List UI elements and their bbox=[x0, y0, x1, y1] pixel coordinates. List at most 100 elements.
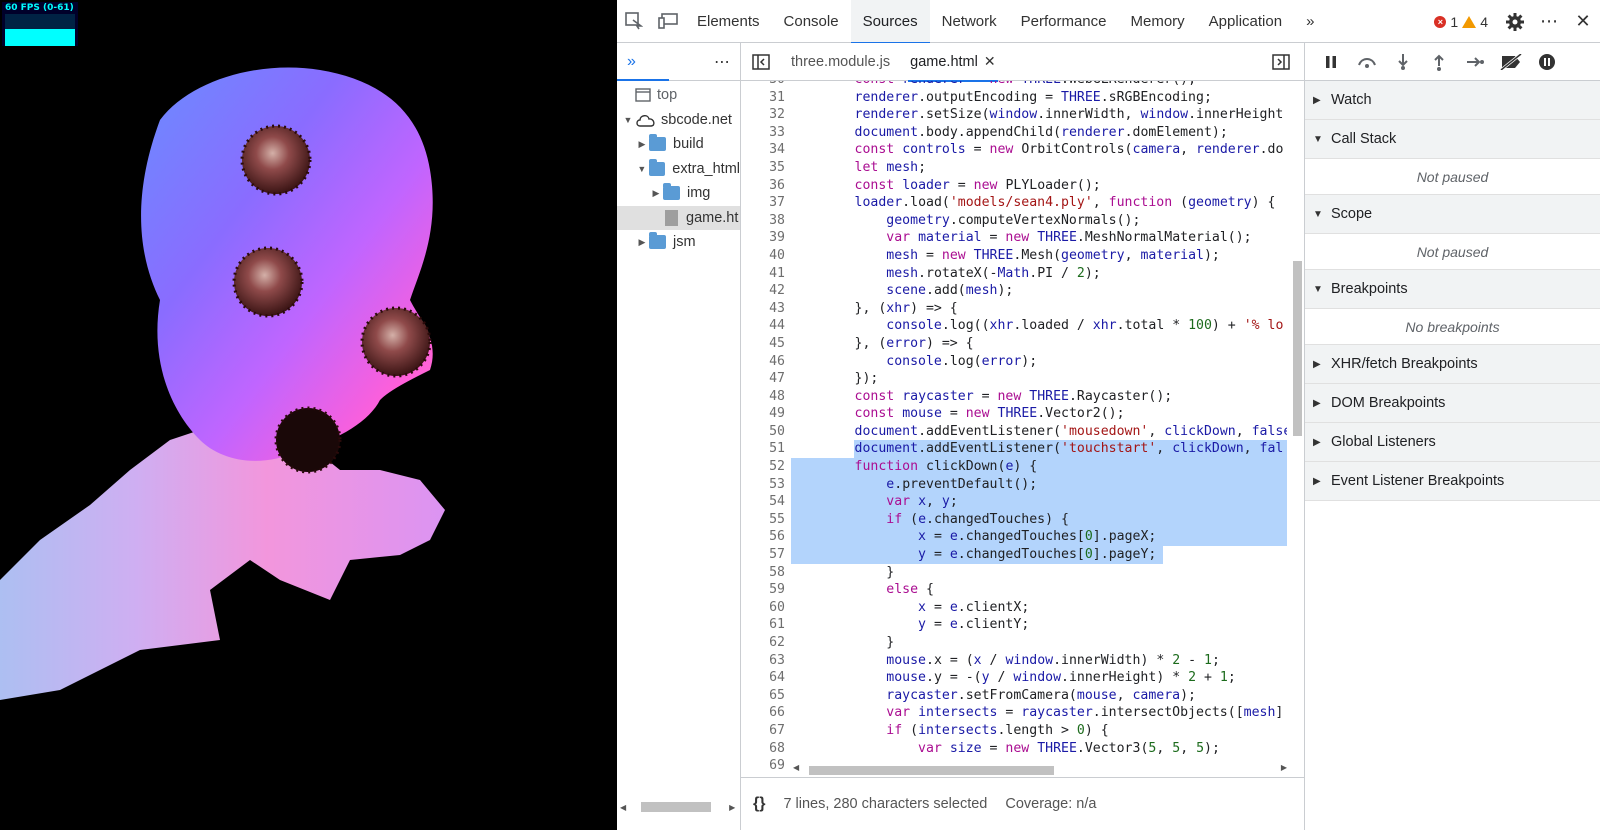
line-number[interactable]: 49 bbox=[741, 405, 789, 423]
pane-header-watch[interactable]: ▶ Watch bbox=[1305, 81, 1600, 120]
tree-item[interactable]: ▶ build bbox=[617, 132, 740, 157]
tree-item[interactable]: ▶ img bbox=[617, 181, 740, 206]
device-toolbar-icon[interactable] bbox=[651, 0, 685, 43]
pane-header-scope[interactable]: ▼ Scope bbox=[1305, 195, 1600, 234]
collapsed-arrow-icon[interactable]: ▶ bbox=[635, 237, 649, 248]
tree-item[interactable]: ▼ sbcode.net bbox=[617, 108, 740, 133]
scroll-thumb[interactable] bbox=[641, 802, 712, 812]
line-number[interactable]: 65 bbox=[741, 687, 789, 705]
pretty-print-button[interactable]: {} bbox=[753, 795, 765, 813]
line-number[interactable]: 42 bbox=[741, 282, 789, 300]
code-line[interactable]: mesh = new THREE.Mesh(geometry, material… bbox=[791, 247, 1287, 265]
code-line[interactable]: loader.load('models/sean4.ply', function… bbox=[791, 194, 1287, 212]
code-line[interactable]: const loader = new PLYLoader(); bbox=[791, 177, 1287, 195]
pause-on-exceptions-icon[interactable] bbox=[1529, 43, 1565, 81]
line-number[interactable]: 56 bbox=[741, 528, 789, 546]
code-line[interactable]: x = e.changedTouches[0].pageX; bbox=[791, 528, 1287, 547]
line-number[interactable]: 30 bbox=[741, 81, 789, 89]
code-line[interactable]: const renderer = new THREE.WebGLRenderer… bbox=[791, 81, 1287, 89]
collapsed-arrow-icon[interactable]: ▶ bbox=[635, 139, 649, 150]
tab-elements[interactable]: Elements bbox=[685, 0, 772, 43]
line-number[interactable]: 69 bbox=[741, 757, 789, 775]
tab-sources[interactable]: Sources bbox=[850, 0, 930, 44]
head-mesh-render[interactable] bbox=[0, 0, 617, 830]
pane-header-dom-breakpoints[interactable]: ▶ DOM Breakpoints bbox=[1305, 384, 1600, 423]
pane-header-breakpoints[interactable]: ▼ Breakpoints bbox=[1305, 270, 1600, 309]
inspect-element-icon[interactable] bbox=[617, 0, 651, 43]
close-devtools-icon[interactable]: ✕ bbox=[1566, 0, 1600, 43]
scroll-thumb[interactable] bbox=[809, 766, 1054, 775]
editor-tab-game-html[interactable]: game.html ✕ bbox=[900, 43, 1005, 82]
scroll-right-icon[interactable]: ▶ bbox=[1281, 763, 1287, 772]
line-number[interactable]: 59 bbox=[741, 581, 789, 599]
code-line[interactable]: }); bbox=[791, 370, 1287, 388]
tree-item[interactable]: ▼ extra_html bbox=[617, 157, 740, 182]
code-line[interactable]: var x, y; bbox=[791, 493, 1287, 511]
code-line[interactable]: document.addEventListener('mousedown', c… bbox=[791, 423, 1287, 441]
line-number[interactable]: 34 bbox=[741, 141, 789, 159]
code-line[interactable]: } bbox=[791, 564, 1287, 582]
tree-item[interactable]: top bbox=[617, 83, 740, 108]
close-tab-icon[interactable]: ✕ bbox=[984, 53, 996, 70]
code-line[interactable]: mouse.y = -(y / window.innerHeight) * 2 … bbox=[791, 669, 1287, 687]
line-number-gutter[interactable]: 3031323334353637383940414243444546474849… bbox=[741, 81, 789, 776]
expanded-arrow-icon[interactable]: ▼ bbox=[635, 164, 649, 174]
line-number[interactable]: 54 bbox=[741, 493, 789, 511]
tab-console[interactable]: Console bbox=[772, 0, 851, 43]
line-number[interactable]: 44 bbox=[741, 317, 789, 335]
tab-memory[interactable]: Memory bbox=[1119, 0, 1197, 43]
toggle-navigator-icon[interactable] bbox=[741, 43, 781, 81]
pane-header-call-stack[interactable]: ▼ Call Stack bbox=[1305, 120, 1600, 159]
code-line[interactable]: console.log(error); bbox=[791, 353, 1287, 371]
tree-item[interactable]: ▶ jsm bbox=[617, 230, 740, 255]
line-number[interactable]: 68 bbox=[741, 740, 789, 758]
scroll-right-icon[interactable]: ▶ bbox=[729, 803, 735, 812]
code-line[interactable]: var size = new THREE.Vector3(5, 5, 5); bbox=[791, 740, 1287, 758]
line-number[interactable]: 67 bbox=[741, 722, 789, 740]
line-number[interactable]: 58 bbox=[741, 564, 789, 582]
step-out-icon[interactable] bbox=[1421, 43, 1457, 81]
line-number[interactable]: 52 bbox=[741, 458, 789, 476]
navigator-menu-button[interactable]: ⋯ bbox=[714, 52, 730, 72]
code-line[interactable]: document.body.appendChild(renderer.domEl… bbox=[791, 124, 1287, 142]
tab-network[interactable]: Network bbox=[930, 0, 1009, 43]
code-lines[interactable]: const renderer = new THREE.WebGLRenderer… bbox=[791, 81, 1287, 776]
code-line[interactable]: y = e.clientY; bbox=[791, 616, 1287, 634]
line-number[interactable]: 55 bbox=[741, 511, 789, 529]
code-view[interactable]: 3031323334353637383940414243444546474849… bbox=[741, 81, 1304, 776]
more-tabs-button[interactable]: » bbox=[1294, 0, 1326, 43]
navigator-horizontal-scrollbar[interactable]: ◀ ▶ bbox=[617, 800, 741, 814]
code-line[interactable]: if (e.changedTouches) { bbox=[791, 510, 1287, 529]
line-number[interactable]: 33 bbox=[741, 124, 789, 142]
code-line[interactable]: } bbox=[791, 634, 1287, 652]
line-number[interactable]: 61 bbox=[741, 616, 789, 634]
code-line[interactable]: }, (xhr) => { bbox=[791, 300, 1287, 318]
navigator-more-tabs-button[interactable]: » bbox=[627, 53, 636, 71]
toggle-debugger-icon[interactable] bbox=[1266, 43, 1296, 81]
expanded-arrow-icon[interactable]: ▼ bbox=[621, 115, 635, 125]
line-number[interactable]: 36 bbox=[741, 177, 789, 195]
step-into-icon[interactable] bbox=[1385, 43, 1421, 81]
pane-header-xhr-fetch-breakpoints[interactable]: ▶ XHR/fetch Breakpoints bbox=[1305, 345, 1600, 384]
line-number[interactable]: 35 bbox=[741, 159, 789, 177]
scroll-left-icon[interactable]: ◀ bbox=[793, 763, 799, 772]
line-number[interactable]: 39 bbox=[741, 229, 789, 247]
line-number[interactable]: 47 bbox=[741, 370, 789, 388]
deactivate-breakpoints-icon[interactable] bbox=[1493, 43, 1529, 81]
line-number[interactable]: 48 bbox=[741, 388, 789, 406]
pause-icon[interactable] bbox=[1313, 43, 1349, 81]
code-line[interactable]: e.preventDefault(); bbox=[791, 475, 1287, 494]
tab-application[interactable]: Application bbox=[1197, 0, 1294, 43]
line-number[interactable]: 32 bbox=[741, 106, 789, 124]
code-line[interactable]: var material = new THREE.MeshNormalMater… bbox=[791, 229, 1287, 247]
code-line[interactable]: raycaster.setFromCamera(mouse, camera); bbox=[791, 687, 1287, 705]
scroll-left-icon[interactable]: ◀ bbox=[620, 803, 626, 812]
code-line[interactable]: function clickDown(e) { bbox=[791, 458, 1287, 476]
fps-monitor[interactable]: 60 FPS (0-61) bbox=[2, 2, 78, 46]
settings-gear-icon[interactable] bbox=[1498, 0, 1532, 43]
code-line[interactable]: renderer.setSize(window.innerWidth, wind… bbox=[791, 106, 1287, 124]
code-line[interactable]: var intersects = raycaster.intersectObje… bbox=[791, 704, 1287, 722]
line-number[interactable]: 57 bbox=[741, 546, 789, 564]
code-line[interactable]: y = e.changedTouches[0].pageY; bbox=[791, 546, 1287, 564]
editor-horizontal-scrollbar[interactable]: ◀ ▶ bbox=[791, 763, 1291, 777]
